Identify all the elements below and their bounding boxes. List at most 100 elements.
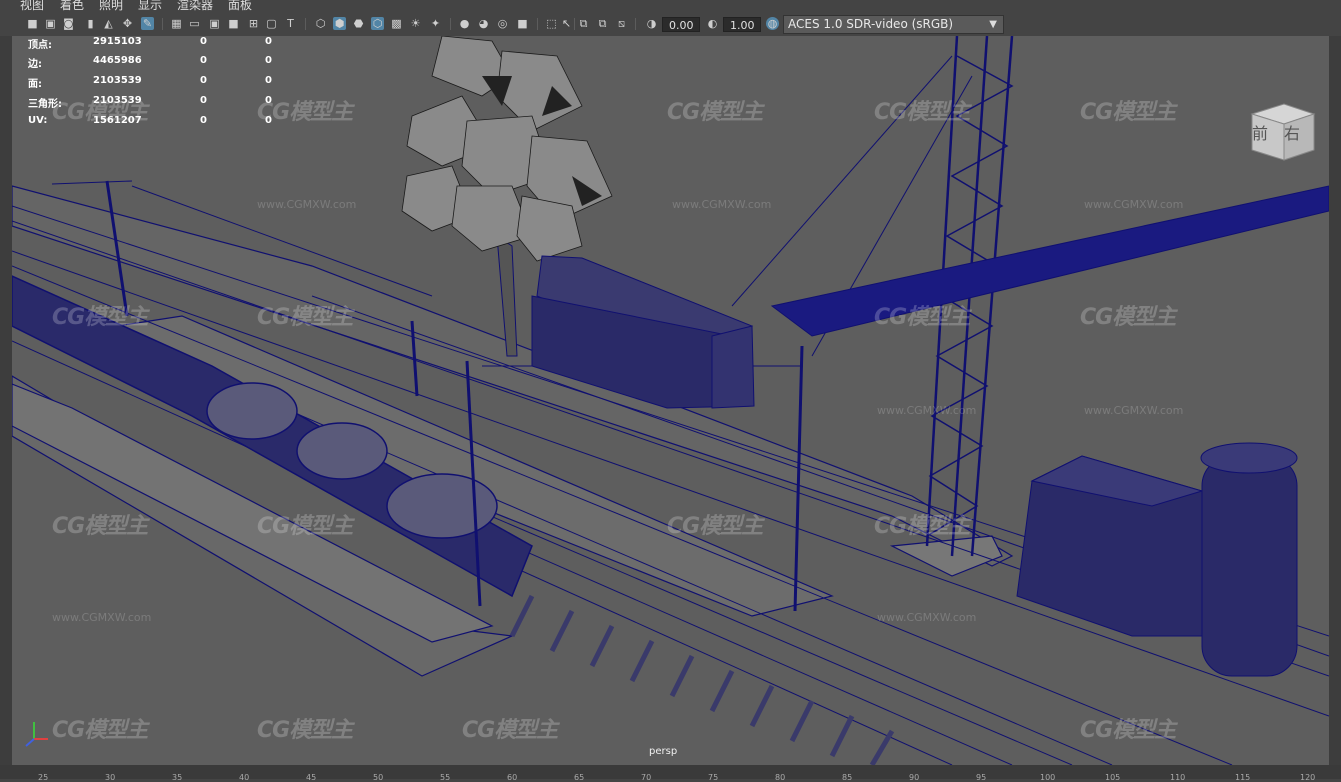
menu-bar: 视图 着色 照明 显示 渲染器 面板 (0, 0, 1341, 12)
hud-selected: 0 (200, 36, 207, 47)
watermark-logo: CG模型主 (462, 718, 558, 743)
watermark-logo: CG模型主 (667, 100, 763, 125)
motion-blur-icon[interactable]: ◕ (477, 17, 490, 30)
ruler-tick: 40 (239, 773, 250, 782)
gantry-beam (770, 185, 1329, 337)
film-gate-icon[interactable]: ▭ (188, 17, 201, 30)
menu-lighting[interactable]: 照明 (99, 0, 123, 12)
camera-icon[interactable]: ■ (26, 17, 39, 30)
toolbar-separator (450, 18, 451, 30)
watermark-logo: CG模型主 (874, 514, 970, 539)
hud-label: 面: (28, 79, 42, 90)
view-cube-right-label[interactable]: 右 (1284, 120, 1300, 144)
ruler-tick: 100 (1040, 773, 1056, 782)
backface-culling-icon[interactable]: ⧅ (615, 17, 628, 30)
camera-attributes-icon[interactable]: ◙ (62, 17, 75, 30)
perspective-viewport[interactable]: 前 右 CG模型主 CG模型主 CG模型主 CG模型主 CG模型主 www.CG… (12, 36, 1329, 765)
watermark-url: www.CGMXW.com (1084, 404, 1184, 417)
depth-of-field-icon[interactable]: ■ (516, 17, 529, 30)
image-plane-icon[interactable]: ◭ (102, 17, 115, 30)
resolution-gate-icon[interactable]: ▣ (208, 17, 221, 30)
xray-components-icon[interactable]: ⧉ (596, 17, 609, 30)
bookmark-icon[interactable]: ▮ (84, 17, 97, 30)
safe-title-icon[interactable]: T (284, 17, 297, 30)
menu-show[interactable]: 显示 (138, 0, 162, 12)
view-cube[interactable]: 前 右 (1248, 100, 1318, 164)
multisample-aa-icon[interactable]: ◎ (496, 17, 509, 30)
menu-shading[interactable]: 着色 (60, 0, 84, 12)
watermark-logo: CG模型主 (874, 100, 970, 125)
smooth-shade-icon[interactable]: ⬢ (333, 17, 346, 30)
grease-pencil-icon[interactable]: ✎ (141, 17, 154, 30)
watermark-url: www.CGMXW.com (877, 611, 977, 624)
rail-sleepers (509, 594, 895, 765)
hud-row-faces: 面: 2103539 0 0 (28, 75, 288, 90)
wireframe-on-shaded-icon[interactable]: ⬡ (371, 17, 384, 30)
safe-action-icon[interactable]: ▢ (265, 17, 278, 30)
axis-gizmo-icon (25, 722, 48, 747)
grid-icon[interactable]: ▦ (170, 17, 183, 30)
exposure-field[interactable]: 0.00 (662, 17, 700, 32)
ruler-tick: 120 (1300, 773, 1316, 782)
hud-total: 2103539 (93, 75, 142, 86)
hud-selected: 0 (200, 75, 207, 86)
watermark-url: www.CGMXW.com (1084, 198, 1184, 211)
watermark-url: www.CGMXW.com (52, 611, 152, 624)
menu-view[interactable]: 视图 (20, 0, 44, 12)
hud-label: 顶点: (28, 40, 52, 51)
hud-label: 三角形: (28, 99, 62, 110)
shadows-icon[interactable]: ✦ (429, 17, 442, 30)
hud-selected: 0 (200, 95, 207, 106)
crane-base (889, 535, 1003, 577)
water-tower (1200, 442, 1298, 677)
gamma-icon[interactable]: ◐ (706, 17, 719, 30)
menu-renderer[interactable]: 渲染器 (177, 0, 213, 12)
watermark-url: www.CGMXW.com (877, 404, 977, 417)
panel-toolbar: ■ ▣ ◙ ▮ ◭ ✥ ✎ ▦ ▭ ▣ ■ ⊞ ▢ T ⬡ ⬢ ⬣ ⬡ ▩ ☀ … (0, 12, 1341, 37)
hud-total: 2103539 (93, 95, 142, 106)
view-cube-front-label[interactable]: 前 (1252, 120, 1268, 144)
xray-icon[interactable]: ↖ (560, 17, 573, 30)
hud-row-edges: 边: 4465986 0 0 (28, 55, 288, 70)
toolbar-separator (635, 18, 636, 30)
hud-label: 边: (28, 59, 42, 70)
textured-icon[interactable]: ▩ (390, 17, 403, 30)
camera-name-label: persp (649, 746, 678, 757)
toolbar-separator (305, 18, 306, 30)
hud-row-uvs: UV: 1561207 0 0 (28, 115, 288, 129)
2d-pan-zoom-icon[interactable]: ✥ (121, 17, 134, 30)
watermark-url: www.CGMXW.com (257, 198, 357, 211)
watermark-logo: CG模型主 (257, 305, 353, 330)
watermark-logo: CG模型主 (1080, 100, 1176, 125)
xray-joints-icon[interactable]: ⧉ (577, 17, 590, 30)
watermark-logo: CG模型主 (52, 305, 148, 330)
ruler-tick: 110 (1170, 773, 1186, 782)
field-chart-icon[interactable]: ⊞ (247, 17, 260, 30)
gamma-field[interactable]: 1.00 (723, 17, 761, 32)
watermark-logo: CG模型主 (257, 514, 353, 539)
wireframe-icon[interactable]: ⬡ (314, 17, 327, 30)
lock-camera-icon[interactable]: ▣ (44, 17, 57, 30)
isolate-select-icon[interactable]: ⬚ (545, 17, 558, 30)
default-material-icon[interactable]: ⬣ (352, 17, 365, 30)
ruler-tick: 75 (708, 773, 719, 782)
view-transform-dropdown[interactable]: ACES 1.0 SDR-video (sRGB) ▼ (783, 15, 1004, 34)
ruler-tick: 45 (306, 773, 317, 782)
gate-mask-icon[interactable]: ■ (227, 17, 240, 30)
color-management-icon[interactable]: ◍ (766, 17, 779, 30)
time-slider-ruler[interactable]: 25 30 35 40 45 50 55 60 65 70 75 80 85 9… (0, 765, 1341, 782)
menu-panels[interactable]: 面板 (228, 0, 252, 12)
hud-selected: 0 (200, 115, 207, 126)
toolbar-separator (162, 18, 163, 30)
ruler-tick: 115 (1235, 773, 1251, 782)
signal-box (1016, 455, 1204, 637)
lights-icon[interactable]: ☀ (409, 17, 422, 30)
hud-total: 2915103 (93, 36, 142, 47)
screen-space-ao-icon[interactable]: ● (458, 17, 471, 30)
hud-total: 1561207 (93, 115, 142, 126)
exposure-icon[interactable]: ◑ (645, 17, 658, 30)
ruler-tick: 90 (909, 773, 920, 782)
hud-total: 4465986 (93, 55, 142, 66)
toolbar-separator (574, 18, 575, 30)
hud-row-vertices: 顶点: 2915103 0 0 (28, 36, 288, 51)
